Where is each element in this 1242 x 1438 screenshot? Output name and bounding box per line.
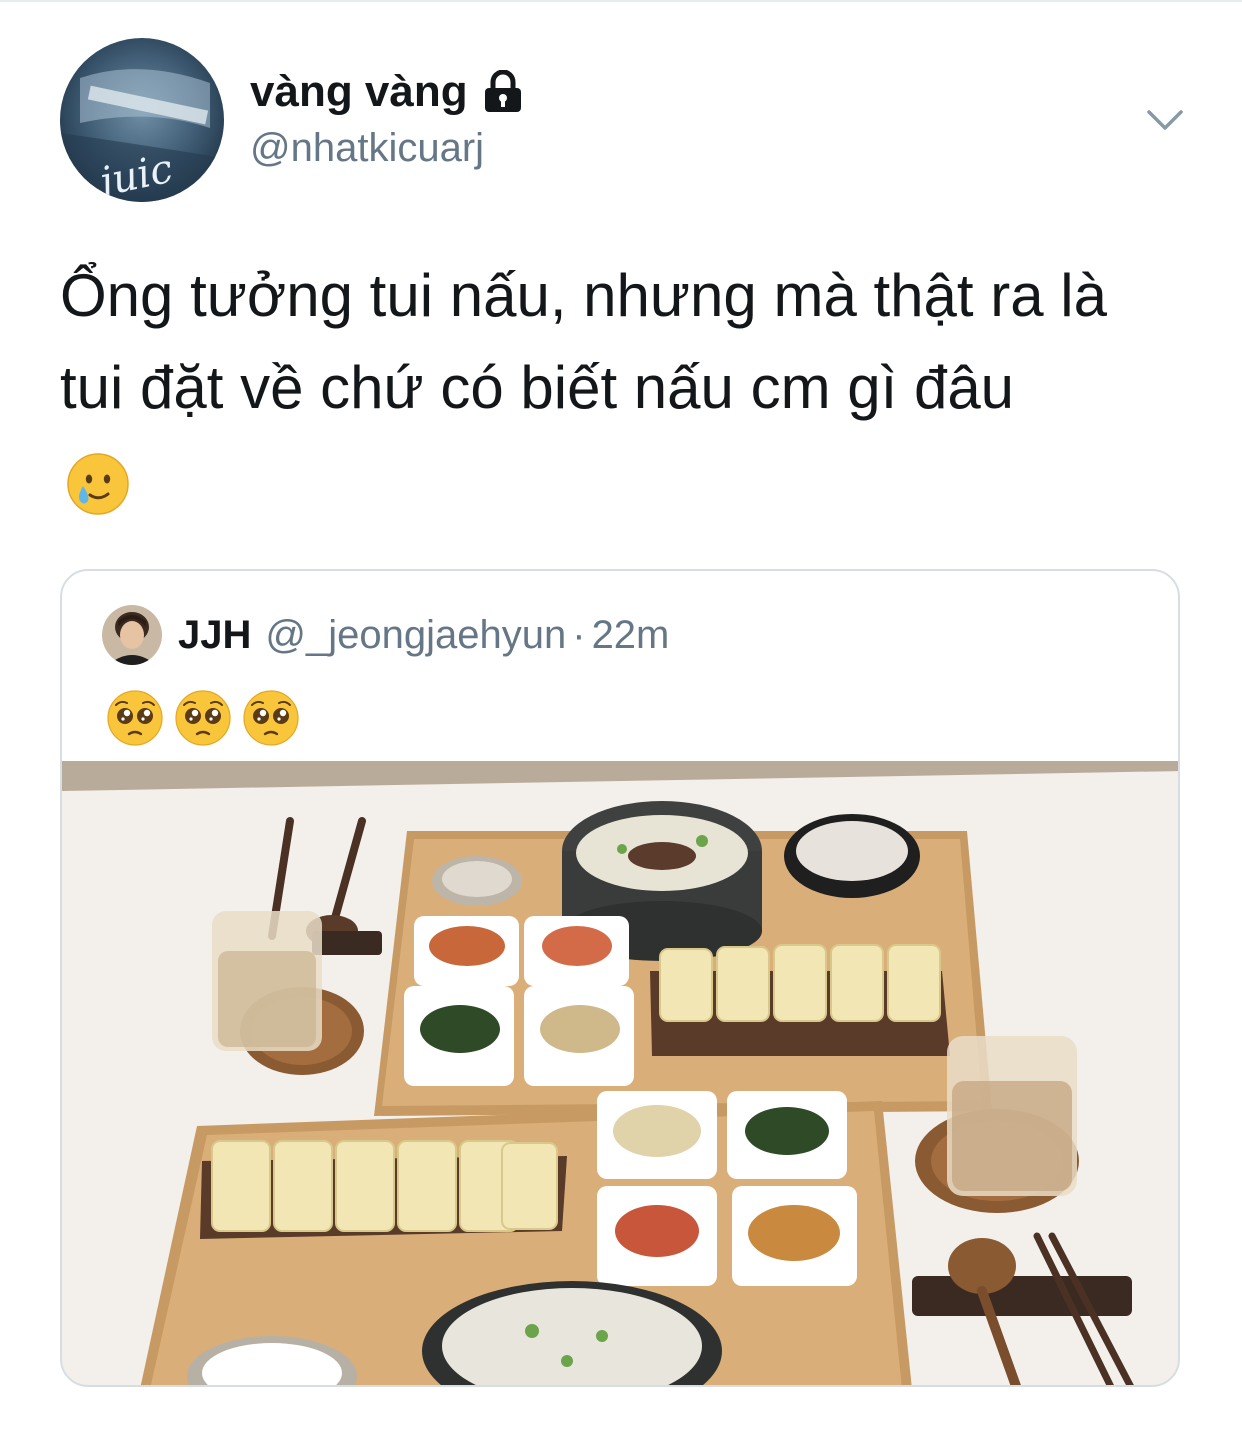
quoted-author-handle[interactable]: @_jeongjaehyun — [265, 613, 566, 657]
tweet-text-line-1: Ổng tưởng tui nấu, nhưng mà thật ra là — [60, 262, 1107, 329]
quoted-tweet-header: JJH @_jeongjaehyun · 22m — [178, 609, 669, 661]
pleading-face-icon — [243, 690, 299, 746]
quoted-tweet-time[interactable]: 22m — [592, 613, 670, 657]
quoted-tweet-photo[interactable] — [62, 761, 1178, 1385]
lock-icon — [482, 69, 524, 114]
pleading-face-icon — [175, 690, 231, 746]
tweet-text-line-2: tui đặt về chứ có biết nấu cm gì đâu — [60, 354, 1015, 421]
separator-dot: · — [572, 613, 586, 657]
author-name-row: vàng vàng — [250, 64, 524, 120]
quoted-tweet-card[interactable]: JJH @_jeongjaehyun · 22m — [60, 569, 1180, 1387]
quoted-author-avatar[interactable] — [102, 605, 162, 665]
quoted-author-name[interactable]: JJH — [178, 613, 251, 657]
author-display-name[interactable]: vàng vàng — [250, 64, 468, 120]
pleading-face-icon — [107, 690, 163, 746]
chevron-down-icon[interactable] — [1145, 100, 1185, 140]
tweet-text: Ổng tưởng tui nấu, nhưng mà thật ra là t… — [60, 250, 1190, 434]
quoted-tweet-emojis — [106, 689, 300, 747]
face-holding-back-tears-icon — [66, 452, 130, 516]
top-divider — [0, 0, 1242, 2]
author-handle[interactable]: @nhatkicuarj — [250, 122, 484, 174]
author-avatar[interactable]: juic — [60, 38, 224, 202]
